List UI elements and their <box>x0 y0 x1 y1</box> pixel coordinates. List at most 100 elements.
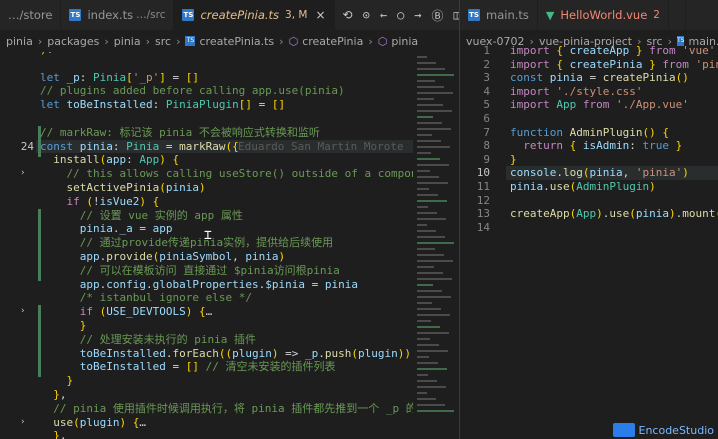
breadcrumb-item[interactable]: src <box>155 35 171 48</box>
code-line[interactable]: } <box>0 319 413 336</box>
code-line[interactable]: 11 pinia.use(AdminPlugin) <box>460 180 718 194</box>
code-line[interactable]: // 处理安装未执行的 pinia 插件 <box>0 332 413 350</box>
fold-chevron-icon[interactable]: › <box>20 416 25 430</box>
previous-change-icon[interactable]: ○ <box>397 8 404 22</box>
next-change-icon[interactable]: → <box>414 8 421 22</box>
code-line[interactable]: 1 import { createApp } from 'vue' <box>460 44 718 58</box>
code-line[interactable]: 13 createApp(App).use(pinia).mount('#app'… <box>460 207 718 221</box>
close-tab-icon[interactable]: × <box>315 8 325 22</box>
code-line[interactable]: }, <box>0 388 413 402</box>
left-tab-1[interactable]: TS index.ts …/src <box>61 0 175 30</box>
minimap-line <box>417 152 431 154</box>
breadcrumb-separator-icon: › <box>145 34 151 48</box>
breadcrumb-item[interactable]: packages <box>47 35 99 48</box>
minimap-line <box>417 392 427 394</box>
line-number: 4 <box>483 84 490 98</box>
code-line[interactable]: // 可以在模板访问 直接通过 $pinia访问根pinia <box>0 263 413 281</box>
code-line[interactable]: › // this allows calling useStore() outs… <box>0 167 413 181</box>
minimap-line <box>417 176 439 178</box>
code-line[interactable]: toBeInstalled = [] // 清空未安装的插件列表 <box>0 360 413 378</box>
minimap-line <box>417 338 430 340</box>
right-code-editor[interactable]: 1 import { createApp } from 'vue' 2 import … <box>460 44 718 439</box>
code-line[interactable]: 8 return { isAdmin: true } <box>460 139 718 153</box>
history-icon[interactable]: ⟲ <box>343 8 353 22</box>
right-tab-0[interactable]: TS main.ts <box>460 0 538 30</box>
code-line[interactable] <box>0 112 413 126</box>
breadcrumb-separator-icon: › <box>176 34 181 48</box>
breadcrumb-item[interactable]: pinia <box>391 35 418 48</box>
git-compare-icon[interactable]: ⊙ <box>363 8 370 22</box>
minimap[interactable] <box>413 52 459 439</box>
code-text: // plugins added before calling app.use(… <box>40 84 345 98</box>
code-line[interactable]: › if (USE_DEVTOOLS) {… <box>0 305 413 323</box>
typescript-file-icon: TS <box>468 9 480 21</box>
line-number: 3 <box>483 71 490 85</box>
minimap-line <box>417 158 440 160</box>
breadcrumb-item[interactable]: createPinia.ts <box>199 35 274 48</box>
code-line[interactable] <box>0 57 413 71</box>
minimap-line <box>417 194 438 196</box>
code-line[interactable]: 5 import App from './App.vue' <box>460 98 718 112</box>
breadcrumb-item[interactable]: pinia <box>6 35 33 48</box>
code-line[interactable]: 12 <box>460 194 718 208</box>
code-line[interactable]: // pinia 使用插件时候调用执行，将 pinia 插件都先推到一个 _p … <box>0 402 413 416</box>
minimap-line <box>417 212 437 214</box>
minimap-line <box>417 242 454 244</box>
minimap-line <box>417 140 441 142</box>
code-line[interactable]: let _p: Pinia['_p'] = [] <box>0 71 413 85</box>
code-line[interactable]: 6 <box>460 112 718 126</box>
right-tab-1[interactable]: ▼ HelloWorld.vue 2 <box>538 0 669 30</box>
code-line[interactable]: let toBeInstalled: PiniaPlugin[] = [] <box>0 98 413 112</box>
code-line[interactable]: 4 import './style.css' <box>460 85 718 99</box>
code-text: import { createApp } from 'vue' <box>510 44 716 57</box>
left-tab-0[interactable]: …/store <box>0 0 62 30</box>
code-line[interactable]: // markRaw: 标记该 pinia 不会被响应式转换和监听 <box>0 125 413 143</box>
code-line[interactable]: 10 console.log(pinia, 'pinia') <box>460 166 718 180</box>
fold-chevron-icon[interactable]: › <box>20 305 25 319</box>
go-back-icon[interactable]: ← <box>380 8 387 22</box>
code-line[interactable]: app.provide(piniaSymbol, pinia) <box>0 250 413 267</box>
code-line[interactable]: 2 import { createPinia } from 'pinia' <box>460 58 718 72</box>
right-tab-2[interactable] <box>669 0 686 30</box>
left-tab-bar: …/store TS index.ts …/src TS createPinia.ts 3,… <box>0 0 459 30</box>
code-line[interactable]: setActivePinia(pinia) <box>0 181 413 195</box>
left-code-editor[interactable]: )!let _p: Pinia['_p'] = []// plugins add… <box>0 52 413 439</box>
code-line[interactable]: app.config.globalProperties.$pinia = pin… <box>0 278 413 292</box>
code-line[interactable]: }, <box>0 429 413 439</box>
minimap-line <box>417 332 449 334</box>
code-line[interactable]: › use(plugin) {… <box>0 416 413 430</box>
breadcrumb-separator-icon: › <box>368 34 373 48</box>
minimap-line <box>417 374 428 376</box>
minimap-line <box>417 344 439 346</box>
code-line[interactable]: 9} <box>460 153 718 167</box>
editor-toolbar: ⟲ ⊙ ← ○ → Ⓑ ◫ ⋯ <box>334 0 459 30</box>
left-tab-2[interactable]: TS createPinia.ts 3, M × <box>174 0 335 30</box>
minimap-line <box>417 236 445 238</box>
code-line[interactable]: 7 function AdminPlugin() { <box>460 126 718 140</box>
tab-label: index.ts <box>87 8 134 22</box>
fold-chevron-icon[interactable]: › <box>20 167 25 181</box>
code-line[interactable]: // plugins added before calling app.use(… <box>0 84 413 98</box>
code-line[interactable]: toBeInstalled.forEach((plugin) => _p.pus… <box>0 346 413 364</box>
code-line[interactable]: 14 <box>460 221 718 235</box>
code-line[interactable]: if (!isVue2) { <box>0 195 413 209</box>
code-line[interactable]: install(app: App) { <box>0 153 413 167</box>
minimap-line <box>417 110 452 112</box>
breadcrumb-item[interactable]: pinia <box>114 35 141 48</box>
minimap-line <box>417 368 447 370</box>
breadcrumb-item[interactable]: createPinia <box>302 35 363 48</box>
code-text: // 处理安装未执行的 pinia 插件 <box>79 332 256 346</box>
code-line[interactable]: 3 const pinia = createPinia() <box>460 71 718 85</box>
breadcrumb-separator-icon: › <box>37 34 43 48</box>
minimap-line <box>417 128 451 130</box>
code-line[interactable]: } <box>0 374 413 388</box>
minimap-line <box>417 296 451 298</box>
minimap-line <box>417 380 437 382</box>
minimap-line <box>417 200 447 202</box>
minimap-line <box>417 362 438 364</box>
toggle-inline-icon[interactable]: Ⓑ <box>432 7 444 24</box>
code-line[interactable]: /* istanbul ignore else */ <box>0 291 413 305</box>
code-line[interactable]: 24 const pinia: Pinia = markRaw({Eduardo … <box>0 139 413 157</box>
code-line[interactable]: // 设置 vue 实例的 app 属性 <box>0 208 413 226</box>
minimap-line <box>417 98 434 100</box>
